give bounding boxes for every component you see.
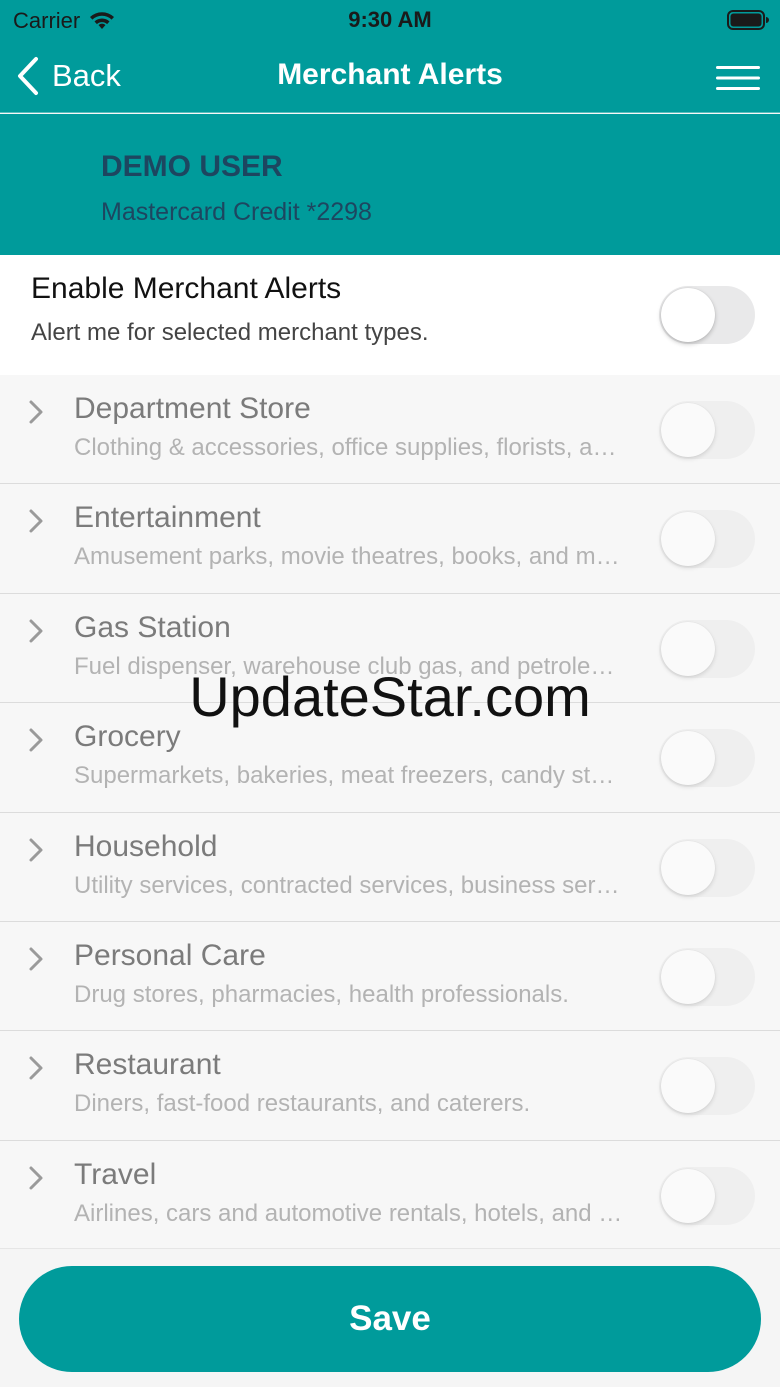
chevron-right-icon: [29, 728, 43, 752]
navigation-bar: Back Merchant Alerts: [0, 40, 780, 113]
toggle-knob: [661, 1059, 715, 1114]
account-name: DEMO USER: [101, 150, 283, 183]
status-bar: Carrier 9:30 AM: [0, 0, 780, 40]
toggle-knob: [661, 288, 715, 342]
chevron-right-icon: [29, 947, 43, 971]
category-toggle[interactable]: [659, 729, 755, 788]
category-description: Fuel dispenser, warehouse club gas, and …: [74, 652, 626, 680]
toggle-knob: [661, 403, 715, 457]
category-toggle[interactable]: [659, 947, 755, 1006]
category-name: Department Store: [74, 392, 311, 425]
enable-alerts-toggle[interactable]: [659, 286, 755, 344]
toggle-knob: [661, 621, 715, 676]
enable-alerts-title: Enable Merchant Alerts: [31, 272, 342, 305]
category-name: Restaurant: [74, 1048, 221, 1082]
toggle-knob: [661, 949, 715, 1004]
chevron-right-icon: [29, 838, 43, 862]
footer: Save: [0, 1248, 780, 1387]
category-toggle[interactable]: [659, 619, 755, 678]
enable-merchant-alerts-row: Enable Merchant Alerts Alert me for sele…: [0, 255, 780, 375]
chevron-right-icon: [29, 619, 43, 643]
category-item-personal-care[interactable]: Personal Care Drug stores, pharmacies, h…: [0, 921, 780, 1032]
category-item-household[interactable]: Household Utility services, contracted s…: [0, 812, 780, 922]
chevron-right-icon: [29, 1166, 43, 1190]
page-title: Merchant Alerts: [277, 58, 503, 91]
category-description: Diners, fast-food restaurants, and cater…: [74, 1090, 531, 1118]
category-description: Clothing & accessories, office supplies,…: [74, 434, 626, 461]
category-name: Grocery: [74, 720, 181, 754]
category-toggle[interactable]: [659, 510, 755, 569]
account-header: DEMO USER Mastercard Credit *2298: [0, 114, 780, 255]
category-name: Gas Station: [74, 610, 231, 644]
category-description: Supermarkets, bakeries, meat freezers, c…: [74, 762, 626, 790]
category-description: Utility services, contracted services, b…: [74, 871, 626, 899]
chevron-right-icon: [29, 509, 43, 533]
battery-icon: [727, 10, 769, 30]
account-card: Mastercard Credit *2298: [101, 198, 372, 226]
hamburger-menu-icon[interactable]: [716, 64, 760, 92]
category-toggle[interactable]: [659, 1057, 755, 1116]
category-item-travel[interactable]: Travel Airlines, cars and automotive ren…: [0, 1140, 780, 1251]
toggle-knob: [661, 840, 715, 895]
toggle-knob: [661, 512, 715, 567]
category-description: Airlines, cars and automotive rentals, h…: [74, 1199, 626, 1227]
toggle-knob: [661, 731, 715, 786]
category-list: Department Store Clothing & accessories,…: [0, 375, 780, 1251]
category-name: Personal Care: [74, 938, 266, 972]
category-item-department-store[interactable]: Department Store Clothing & accessories,…: [0, 375, 780, 485]
category-description: Drug stores, pharmacies, health professi…: [74, 980, 569, 1008]
category-name: Entertainment: [74, 501, 261, 535]
category-name: Travel: [74, 1157, 157, 1191]
save-button[interactable]: Save: [19, 1266, 761, 1372]
category-description: Amusement parks, movie theatres, books, …: [74, 543, 626, 571]
category-name: Household: [74, 829, 218, 863]
chevron-right-icon: [29, 1056, 43, 1080]
category-toggle[interactable]: [659, 838, 755, 897]
enable-alerts-subtitle: Alert me for selected merchant types.: [31, 319, 429, 346]
category-item-restaurant[interactable]: Restaurant Diners, fast-food restaurants…: [0, 1031, 780, 1141]
category-item-entertainment[interactable]: Entertainment Amusement parks, movie the…: [0, 484, 780, 594]
category-toggle[interactable]: [659, 1166, 755, 1225]
chevron-right-icon: [29, 400, 43, 424]
category-item-gas-station[interactable]: Gas Station Fuel dispenser, warehouse cl…: [0, 593, 780, 704]
status-time: 9:30 AM: [348, 7, 432, 32]
category-toggle[interactable]: [659, 401, 755, 459]
toggle-knob: [661, 1168, 715, 1223]
category-item-grocery[interactable]: Grocery Supermarkets, bakeries, meat fre…: [0, 703, 780, 813]
